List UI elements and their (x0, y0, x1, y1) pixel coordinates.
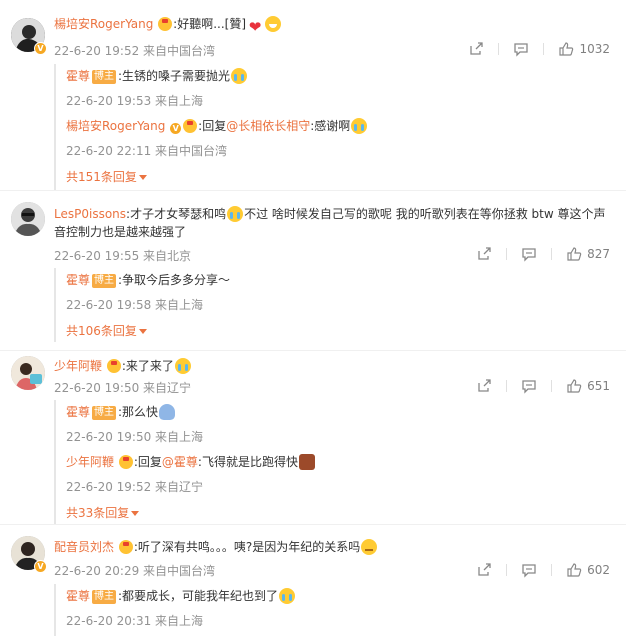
verified-badge-icon: V (169, 122, 183, 135)
crown-badge-icon (158, 17, 173, 31)
reply-text: 霍尊 博主:那么快 (66, 404, 176, 420)
verified-badge-icon: V (34, 560, 47, 573)
reply-list: 霍尊 博主:那么快 22-6-20 19:50 来自上海 少年阿鞭 :回复@霍尊:… (54, 400, 612, 524)
thinking-emoji-icon (361, 539, 378, 555)
reply-username[interactable]: 霍尊 (66, 69, 90, 83)
comment-meta: 22-6-20 19:52 来自中国台湾 (54, 44, 216, 58)
share-icon[interactable] (476, 378, 492, 394)
cry-emoji-icon (227, 206, 244, 222)
crown-badge-icon (118, 455, 133, 469)
like-count: 827 (587, 247, 610, 261)
comment-meta: 22-6-20 19:55 来自北京 (54, 249, 192, 263)
like-count: 651 (587, 379, 610, 393)
comment-actions: 827 (462, 246, 610, 262)
reply-username[interactable]: 霍尊 (66, 273, 90, 287)
reply-meta: 22-6-20 19:53 来自上海 (66, 94, 204, 108)
octopus-emoji-icon (159, 404, 176, 420)
like-button[interactable]: 602 (566, 562, 610, 578)
share-icon[interactable] (476, 562, 492, 578)
comment-username[interactable]: 少年阿鞭 (54, 359, 102, 373)
comment-text: LesP0issons:才子才女琴瑟和鸣 不过 啥时候发自己写的歌呢 我的听歌列表… (54, 206, 606, 222)
like-button[interactable]: 1032 (558, 41, 610, 57)
reply-meta: 22-6-20 22:11 来自中国台湾 (66, 144, 228, 158)
like-count: 1032 (579, 42, 610, 56)
like-thumb-icon (567, 379, 582, 393)
avatar[interactable] (11, 202, 45, 236)
caret-down-icon (138, 175, 147, 180)
like-button[interactable]: 651 (566, 378, 610, 394)
reply-text: 霍尊 博主:争取今后多多分享～ (66, 273, 231, 288)
reply-text: 少年阿鞭 :回复@霍尊:飞得就是比跑得快 (66, 454, 316, 470)
avatar[interactable] (11, 356, 45, 390)
comment-icon[interactable] (513, 41, 529, 57)
comment-icon[interactable] (521, 378, 537, 394)
blogger-tag: 博主 (92, 70, 117, 84)
comment-username[interactable]: 配音员刘杰 (54, 540, 114, 554)
comment-username[interactable]: 楊培安RogerYang (54, 17, 153, 31)
like-thumb-icon (559, 42, 574, 56)
reply-username[interactable]: 少年阿鞭 (66, 455, 114, 469)
comment-text-continued: 音控制力也是越来越强了 (54, 225, 187, 239)
reply-list: 霍尊 博主:争取今后多多分享～ 22-6-20 19:58 来自上海 共106条回… (54, 268, 612, 342)
like-thumb-icon (567, 247, 582, 261)
more-replies-link[interactable]: 共106条回复 (66, 322, 147, 339)
verified-badge-icon: V (34, 42, 47, 55)
reply-meta: 22-6-20 20:31 来自上海 (66, 614, 204, 628)
cry-emoji-icon (174, 358, 191, 374)
share-icon[interactable] (476, 246, 492, 262)
mention-link[interactable]: @长相依长相守 (226, 119, 310, 133)
caret-down-icon (131, 511, 140, 516)
blogger-tag: 博主 (92, 274, 117, 288)
reply-username[interactable]: 霍尊 (66, 589, 90, 603)
comment-actions: 602 (462, 562, 610, 578)
reply-list: 霍尊 博主:生锈的嗓子需要抛光 22-6-20 19:53 来自上海 楊培安Rog… (54, 64, 612, 190)
reply-meta: 22-6-20 19:50 来自上海 (66, 430, 204, 444)
share-icon[interactable] (468, 41, 484, 57)
cry-emoji-icon (351, 118, 368, 134)
comment-username[interactable]: LesP0issons (54, 207, 126, 221)
comment-item: 少年阿鞭 :来了来了 22-6-20 19:50 来自辽宁 651 霍尊 博主:那… (0, 350, 626, 524)
heart-emoji-icon: ❤ (248, 18, 262, 36)
comment-text: 配音员刘杰 :听了深有共鸣。。。咦?是因为年纪的关系吗 (54, 539, 378, 555)
cup-emoji-icon (298, 454, 315, 470)
caret-down-icon (138, 329, 147, 334)
mention-link[interactable]: @霍尊 (162, 455, 198, 469)
reply-username[interactable]: 霍尊 (66, 405, 90, 419)
comment-icon[interactable] (521, 246, 537, 262)
comment-text: 少年阿鞭 :来了来了 (54, 358, 192, 374)
comment-meta: 22-6-20 20:29 来自中国台湾 (54, 564, 216, 578)
reply-meta: 22-6-20 19:52 来自辽宁 (66, 480, 204, 494)
reply-text: 霍尊 博主:都要成长，可能我年纪也到了 (66, 588, 296, 604)
like-button[interactable]: 827 (566, 246, 610, 262)
cry-emoji-icon (231, 68, 248, 84)
reply-text: 霍尊 博主:生锈的嗓子需要抛光 (66, 68, 248, 84)
more-replies-link[interactable]: 共151条回复 (66, 168, 147, 185)
blogger-tag: 博主 (92, 406, 117, 420)
more-replies-link[interactable]: 共33条回复 (66, 504, 140, 521)
comment-actions: 651 (462, 378, 610, 394)
cry-emoji-icon (279, 588, 296, 604)
comment-item: V 楊培安RogerYang :好聽啊...[贊] ❤ 22-6-20 19:52… (0, 0, 626, 190)
comment-meta: 22-6-20 19:50 来自辽宁 (54, 381, 192, 395)
crown-badge-icon (118, 540, 133, 554)
blogger-tag: 博主 (92, 590, 117, 604)
reply-text: 楊培安RogerYang V:回复@长相依长相守:感谢啊 (66, 118, 368, 135)
comment-icon[interactable] (521, 562, 537, 578)
comment-text: 楊培安RogerYang :好聽啊...[贊] ❤ (54, 16, 282, 35)
comment-item: LesP0issons:才子才女琴瑟和鸣 不过 啥时候发自己写的歌呢 我的听歌列表… (0, 190, 626, 350)
crown-badge-icon (183, 119, 198, 133)
crown-badge-icon (106, 359, 121, 373)
like-count: 602 (587, 563, 610, 577)
reply-username[interactable]: 楊培安RogerYang (66, 119, 165, 133)
comment-item: V 配音员刘杰 :听了深有共鸣。。。咦?是因为年纪的关系吗 22-6-20 20… (0, 524, 626, 636)
cheer-emoji-icon (265, 16, 282, 32)
like-thumb-icon (567, 563, 582, 577)
reply-list: 霍尊 博主:都要成长，可能我年纪也到了 22-6-20 20:31 来自上海 (54, 584, 612, 636)
reply-meta: 22-6-20 19:58 来自上海 (66, 298, 204, 312)
comment-actions: 1032 (454, 41, 610, 57)
